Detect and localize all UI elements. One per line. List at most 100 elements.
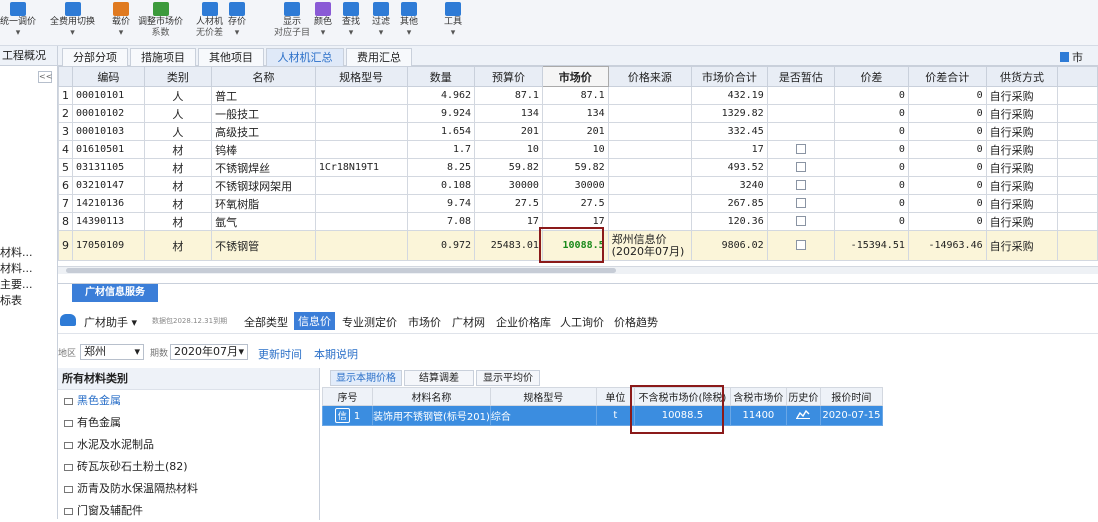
cell-market-price[interactable]: 27.5 <box>541 194 609 213</box>
source-market[interactable]: 市场价 <box>408 314 441 330</box>
subtab-average[interactable]: 显示平均价 <box>476 370 540 386</box>
cell-name[interactable]: 高级技工 <box>211 122 316 141</box>
cell-category[interactable]: 材 <box>143 212 213 231</box>
category-item[interactable]: 水泥及水泥制品 <box>58 434 319 456</box>
source-trend[interactable]: 价格趋势 <box>614 314 658 330</box>
source-professional[interactable]: 专业测定价 <box>342 314 397 330</box>
toolbar-button-11[interactable]: 工具 ▾ <box>444 2 462 44</box>
cell-extra[interactable] <box>1057 212 1098 231</box>
cell-category[interactable]: 人 <box>143 122 213 141</box>
result-header-1[interactable]: 材料名称 <box>372 387 491 406</box>
provisional-checkbox[interactable] <box>795 162 806 172</box>
left-nav-item[interactable]: 主要... <box>0 276 57 292</box>
cell-diff-total[interactable]: 0 <box>907 104 987 123</box>
toolbar-button-2[interactable]: 载价 ▾ <box>112 2 130 44</box>
cell-spec[interactable] <box>314 140 408 159</box>
grid-header-13[interactable]: 供货方式 <box>985 66 1059 87</box>
cell-price-diff[interactable]: 0 <box>834 140 909 159</box>
cell-name[interactable]: 氩气 <box>211 212 316 231</box>
cell-price-diff[interactable]: 0 <box>834 86 909 105</box>
project-overview-header[interactable]: 工程概况 <box>0 46 57 66</box>
cell-category[interactable]: 材 <box>143 158 213 177</box>
cell-supply-mode[interactable]: 自行采购 <box>985 176 1059 195</box>
tab-qita[interactable]: 其他项目 <box>198 48 264 66</box>
assistant-label[interactable]: 广材助手 ▾ <box>84 314 137 330</box>
cell-spec[interactable]: 1Cr18N19T1 <box>314 158 408 177</box>
cell-diff-total[interactable]: 0 <box>907 158 987 177</box>
cell-provisional[interactable] <box>766 176 836 195</box>
cell-provisional[interactable] <box>766 230 836 261</box>
category-item[interactable]: 黑色金属 <box>58 390 319 412</box>
row-number[interactable]: 5 <box>58 158 73 177</box>
cell-spec[interactable] <box>314 104 408 123</box>
cell-code[interactable]: 14390113 <box>72 212 145 231</box>
info-service-tab[interactable]: 广材信息服务 <box>72 284 158 302</box>
result-header-3[interactable]: 单位 <box>595 387 635 406</box>
toolbar-button-9[interactable]: 过滤 ▾ <box>372 2 390 44</box>
cell-budget-price[interactable]: 134 <box>474 104 543 123</box>
cell-provisional[interactable] <box>766 158 836 177</box>
cell-extra[interactable] <box>1057 176 1098 195</box>
cell-price-diff[interactable]: 0 <box>834 104 909 123</box>
grid-header-11[interactable]: 价差 <box>834 66 909 87</box>
cell-name[interactable]: 普工 <box>211 86 316 105</box>
toolbar-button-7[interactable]: 颜色 ▾ <box>314 2 332 44</box>
result-header-2[interactable]: 规格型号 <box>489 387 597 406</box>
cell-spec[interactable] <box>314 212 408 231</box>
cell-market-price[interactable]: 59.82 <box>541 158 609 177</box>
cell-extra[interactable] <box>1057 140 1098 159</box>
cell-category[interactable]: 材 <box>143 230 213 261</box>
cell-provisional[interactable] <box>766 104 836 123</box>
result-header-6[interactable]: 历史价 <box>785 387 821 406</box>
cell-diff-total[interactable]: 0 <box>907 212 987 231</box>
cell-spec[interactable] <box>314 86 408 105</box>
cell-market-total[interactable]: 17 <box>691 140 768 159</box>
grid-row[interactable]: 2 00010102 人一般技工 9.924 134 134 1329.82 0 0 自行采购 <box>58 104 1098 123</box>
cell-budget-price[interactable]: 25483.01 <box>474 230 543 261</box>
cell-market-price[interactable]: 201 <box>541 122 609 141</box>
cell-provisional[interactable] <box>766 140 836 159</box>
row-number[interactable]: 7 <box>58 194 73 213</box>
left-nav-item[interactable]: 标表 <box>0 292 57 308</box>
cell-price-diff[interactable]: 0 <box>834 176 909 195</box>
grid-header-5[interactable]: 数量 <box>406 66 476 87</box>
cell-budget-price[interactable]: 87.1 <box>474 86 543 105</box>
left-nav-item[interactable]: 材料... <box>0 244 57 260</box>
cell-supply-mode[interactable]: 自行采购 <box>985 86 1059 105</box>
cell-category[interactable]: 材 <box>143 176 213 195</box>
cell-name[interactable]: 环氧树脂 <box>211 194 316 213</box>
category-item[interactable]: 砖瓦灰砂石土粉土(82) <box>58 456 319 478</box>
grid-header-6[interactable]: 预算价 <box>474 66 543 87</box>
tab-cuoshi[interactable]: 措施项目 <box>130 48 196 66</box>
cell-quantity[interactable]: 8.25 <box>406 158 476 177</box>
cell-extra[interactable] <box>1057 86 1098 105</box>
cell-supply-mode[interactable]: 自行采购 <box>985 212 1059 231</box>
row-number[interactable]: 8 <box>58 212 73 231</box>
toolbar-button-6[interactable]: 显示 对应子目 <box>274 2 310 44</box>
region-select[interactable]: 郑州 ▾ <box>80 344 144 360</box>
cell-market-total[interactable]: 3240 <box>691 176 768 195</box>
grid-header-1[interactable]: 编码 <box>72 66 145 87</box>
cell-quantity[interactable]: 9.74 <box>406 194 476 213</box>
cell-price-diff[interactable]: 0 <box>834 212 909 231</box>
cell-market-total[interactable]: 9806.02 <box>691 230 768 261</box>
grid-header-2[interactable]: 类别 <box>143 66 213 87</box>
grid-header-3[interactable]: 名称 <box>211 66 316 87</box>
cell-price-source[interactable] <box>607 158 693 177</box>
grid-row[interactable]: 4 01610501 材钨棒 1.7 10 10 17 0 0 自行采购 <box>58 140 1098 159</box>
cell-spec[interactable] <box>314 230 408 261</box>
cell-market-price[interactable]: 30000 <box>541 176 609 195</box>
row-number[interactable]: 4 <box>58 140 73 159</box>
cell-name[interactable]: 不锈钢球网架用 <box>211 176 316 195</box>
provisional-checkbox[interactable] <box>795 180 806 190</box>
grid-horizontal-scrollbar[interactable] <box>58 266 1098 274</box>
cell-supply-mode[interactable]: 自行采购 <box>985 194 1059 213</box>
cell-diff-total[interactable]: -14963.46 <box>907 230 987 261</box>
grid-row[interactable]: 3 00010103 人高级技工 1.654 201 201 332.45 0 0 自行采购 <box>58 122 1098 141</box>
provisional-checkbox[interactable] <box>795 198 806 208</box>
row-number[interactable]: 1 <box>58 86 73 105</box>
grid-header-9[interactable]: 市场价合计 <box>691 66 768 87</box>
cell-market-total[interactable]: 432.19 <box>691 86 768 105</box>
row-number[interactable]: 3 <box>58 122 73 141</box>
result-header-7[interactable]: 报价时间 <box>819 387 883 406</box>
